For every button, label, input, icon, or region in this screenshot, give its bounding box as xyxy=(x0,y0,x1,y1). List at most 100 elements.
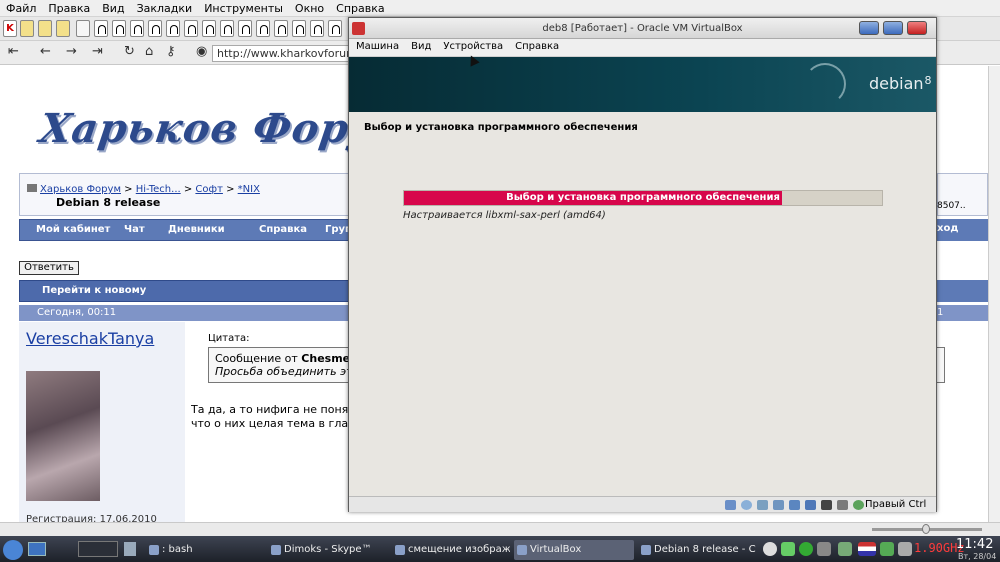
tray-icon[interactable] xyxy=(838,542,852,556)
close-button[interactable] xyxy=(907,21,927,35)
breadcrumb-link-soft[interactable]: Софт xyxy=(195,184,222,195)
folder-icon[interactable] xyxy=(20,20,34,37)
desktop-icon[interactable] xyxy=(28,542,46,556)
home-icon[interactable]: ⌂ xyxy=(145,44,153,59)
tab-icon[interactable] xyxy=(112,20,126,37)
post-text-line: что о них целая тема в главно xyxy=(191,417,349,430)
nav-diaries[interactable]: Дневники xyxy=(168,224,225,235)
tray-icon[interactable] xyxy=(781,542,795,556)
tab-icon[interactable] xyxy=(256,20,270,37)
task-browser-image[interactable]: смещение изображ xyxy=(392,540,510,560)
vertical-scrollbar[interactable] xyxy=(988,66,1000,522)
nav-exit[interactable]: ход xyxy=(937,219,988,241)
mouse-integration-icon[interactable] xyxy=(853,500,864,510)
url-input[interactable]: http://www.kharkovforum.com xyxy=(212,45,352,62)
folder-icon[interactable] xyxy=(38,20,52,37)
quote-from-user[interactable]: Chesmen xyxy=(301,352,348,365)
network-icon[interactable] xyxy=(773,500,784,510)
menu-machine[interactable]: Машина xyxy=(349,39,404,52)
clock[interactable]: 11:42 xyxy=(956,537,993,552)
menu-view[interactable]: Вид xyxy=(96,0,130,15)
tab-icon[interactable] xyxy=(130,20,144,37)
quote-box: Сообщение от Chesmen Просьба объединить … xyxy=(208,347,349,383)
tab-icon[interactable] xyxy=(292,20,306,37)
zoom-slider-handle[interactable] xyxy=(922,524,930,534)
status-bar xyxy=(0,522,1000,536)
reply-button[interactable]: Ответить xyxy=(19,261,79,275)
vbox-statusbar: Правый Ctrl xyxy=(349,496,936,512)
clipboard-icon[interactable] xyxy=(124,542,136,556)
nav-chat[interactable]: Чат xyxy=(124,224,145,235)
menu-help[interactable]: Справка xyxy=(330,0,390,15)
tab-icon[interactable] xyxy=(166,20,180,37)
volume-icon[interactable] xyxy=(817,542,831,556)
pager[interactable] xyxy=(78,541,118,557)
cd-icon[interactable] xyxy=(741,500,752,510)
tab-icon[interactable] xyxy=(328,20,342,37)
vbox-menubar: Машина Вид Устройства Справка xyxy=(349,39,936,57)
maximize-button[interactable] xyxy=(883,21,903,35)
menu-edit[interactable]: Правка xyxy=(42,0,96,15)
folder-icon[interactable] xyxy=(789,500,800,510)
task-debian-release[interactable]: Debian 8 release - Ст xyxy=(638,540,756,560)
jump-new-bar[interactable]: Перейти к новому xyxy=(19,280,349,302)
menu-bookmarks[interactable]: Закладки xyxy=(131,0,199,15)
vbox-titlebar[interactable]: deb8 [Работает] - Oracle VM VirtualBox xyxy=(349,18,936,39)
page-icon[interactable] xyxy=(76,20,90,37)
usb-icon[interactable] xyxy=(837,500,848,510)
debian-logo: debian8 xyxy=(869,74,932,93)
forward-icon[interactable]: → xyxy=(66,44,77,59)
breadcrumb-link-home[interactable]: Харьков Форум xyxy=(40,184,121,195)
install-progress-bar: Выбор и установка программного обеспечен… xyxy=(403,190,883,206)
forum-nav: Мой кабинет Чат Дневники Справка Груп xyxy=(19,219,352,241)
display-icon[interactable] xyxy=(805,500,816,510)
key-icon[interactable]: ⚷ xyxy=(166,44,176,59)
konqueror-icon[interactable]: K xyxy=(3,20,17,37)
forward-end-icon[interactable]: ⇥ xyxy=(92,44,103,59)
host-key-label: Правый Ctrl xyxy=(865,499,927,510)
breadcrumb-link-nix[interactable]: *NIX xyxy=(238,184,260,195)
network-tray-icon[interactable] xyxy=(880,542,894,556)
menu-help[interactable]: Справка xyxy=(508,39,564,52)
quote-label: Цитата: xyxy=(208,333,250,344)
post-number[interactable]: 1 xyxy=(937,305,988,321)
menu-devices[interactable]: Устройства xyxy=(436,39,508,52)
hdd-icon[interactable] xyxy=(725,500,736,510)
pencil-icon[interactable] xyxy=(757,500,768,510)
minimize-button[interactable] xyxy=(859,21,879,35)
menu-view[interactable]: Вид xyxy=(404,39,436,52)
task-virtualbox[interactable]: VirtualBox xyxy=(514,540,634,560)
quote-from-prefix: Сообщение от xyxy=(215,352,298,365)
back-icon[interactable]: ← xyxy=(40,44,51,59)
menu-tools[interactable]: Инструменты xyxy=(198,0,289,15)
menu-window[interactable]: Окно xyxy=(289,0,330,15)
tab-icon[interactable] xyxy=(220,20,234,37)
install-progress-label: Выбор и установка программного обеспечен… xyxy=(506,192,780,203)
tab-icon[interactable] xyxy=(238,20,252,37)
keyboard-layout-flag-icon[interactable] xyxy=(858,542,876,556)
task-skype[interactable]: Dimoks - Skype™ xyxy=(268,540,388,560)
post-username[interactable]: VereschakTanya xyxy=(26,329,154,348)
record-icon[interactable] xyxy=(821,500,832,510)
breadcrumb-link-hitech[interactable]: Hi-Tech... xyxy=(136,184,181,195)
tab-icon[interactable] xyxy=(94,20,108,37)
nav-help[interactable]: Справка xyxy=(259,224,307,235)
breadcrumb-folder-icon xyxy=(27,184,37,192)
tab-icon[interactable] xyxy=(202,20,216,37)
tab-icon[interactable] xyxy=(274,20,288,37)
post-text: Та да, а то нифига не понятно что о них … xyxy=(191,403,349,431)
task-bash[interactable]: : bash xyxy=(146,540,264,560)
tab-icon[interactable] xyxy=(310,20,324,37)
tab-icon[interactable] xyxy=(184,20,198,37)
menu-file[interactable]: Файл xyxy=(0,0,42,15)
tray-check-icon[interactable] xyxy=(799,542,813,556)
tray-icon[interactable] xyxy=(763,542,777,556)
kde-menu-icon[interactable] xyxy=(3,540,23,560)
install-progress-detail: Настраивается libxml-sax-perl (amd64) xyxy=(403,210,606,221)
tab-icon[interactable] xyxy=(148,20,162,37)
nav-my-cabinet[interactable]: Мой кабинет xyxy=(36,224,110,235)
reload-icon[interactable]: ↻ xyxy=(124,44,135,59)
tray-icon[interactable] xyxy=(898,542,912,556)
folder-icon[interactable] xyxy=(56,20,70,37)
back-end-icon[interactable]: ⇤ xyxy=(8,44,19,59)
